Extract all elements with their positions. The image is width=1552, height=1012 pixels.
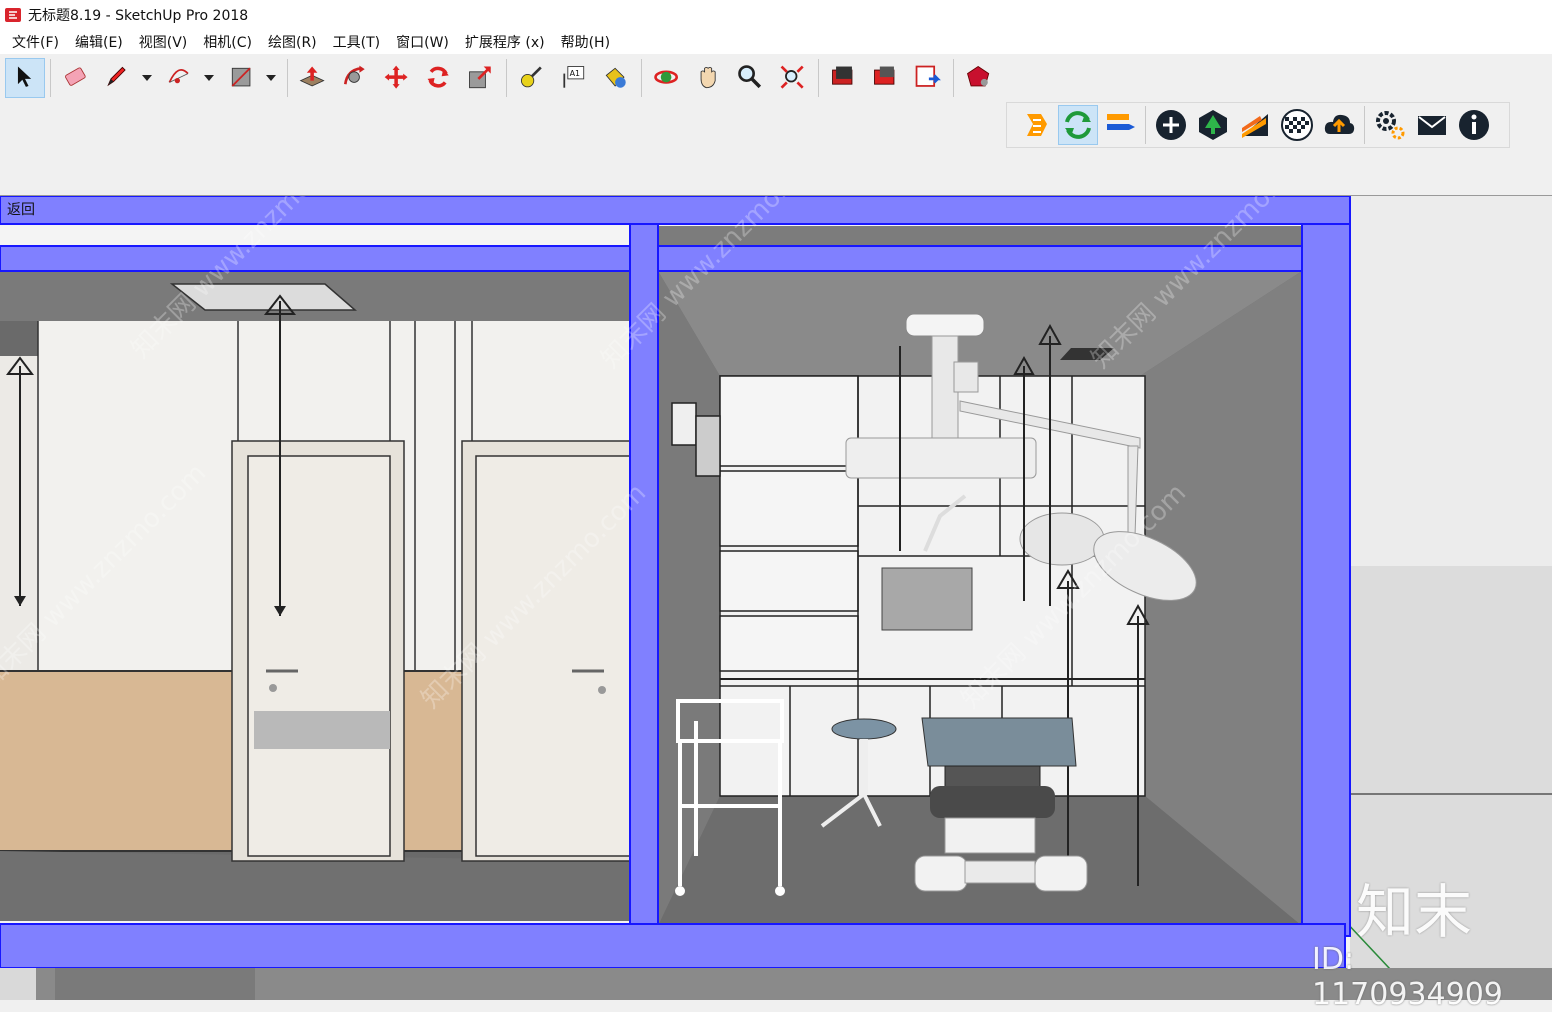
menu-item[interactable]: 帮助(H) — [553, 32, 618, 52]
scene-drawing — [0, 196, 1552, 1000]
toolbar-separator — [287, 59, 288, 97]
watermark-id: ID: 1170934909 — [1312, 942, 1503, 1012]
tape-measure-button[interactable] — [512, 58, 552, 98]
pencil-button[interactable] — [98, 58, 138, 98]
title-bar: 无标题8.19 - SketchUp Pro 2018 — [0, 0, 1552, 30]
sky-area — [1350, 196, 1552, 566]
info-icon — [1459, 110, 1489, 140]
pencil-icon — [107, 66, 126, 87]
right-room — [658, 226, 1302, 926]
menu-item[interactable]: 视图(V) — [131, 32, 196, 52]
back-label[interactable]: 返回 — [7, 199, 35, 219]
menu-item[interactable]: 文件(F) — [4, 32, 67, 52]
dropdown-arrow-icon[interactable] — [139, 58, 155, 98]
layout-button[interactable] — [908, 58, 948, 98]
toolbar-separator — [506, 59, 507, 97]
menu-bar: 文件(F) 编辑(E) 视图(V) 相机(C) 绘图(R) 工具(T) 窗口(W) 扩展程序 … — [0, 30, 1552, 54]
enscape-video-icon — [1107, 114, 1135, 130]
extension-warehouse-button[interactable] — [866, 58, 906, 98]
svg-text:A1: A1 — [570, 69, 580, 78]
menu-item[interactable]: 编辑(E) — [67, 32, 131, 52]
follow-me-button[interactable] — [335, 58, 375, 98]
move-icon — [384, 65, 408, 89]
rectangle-button[interactable] — [222, 58, 262, 98]
eraser-icon — [65, 67, 86, 86]
menu-item[interactable]: 绘图(R) — [260, 32, 325, 52]
tree-button[interactable] — [1193, 105, 1233, 145]
move-button[interactable] — [377, 58, 417, 98]
eraser-button[interactable] — [56, 58, 96, 98]
cloud-upload-button[interactable] — [1319, 105, 1359, 145]
text-icon: A1 — [563, 66, 585, 88]
rectangle-icon — [231, 67, 251, 87]
enscape-toolbar — [1006, 102, 1510, 148]
rotate-button[interactable] — [419, 58, 459, 98]
sketchup-app-icon — [5, 8, 21, 22]
layout-icon — [915, 65, 941, 87]
add-button[interactable] — [1151, 105, 1191, 145]
enscape-logo-button[interactable] — [1016, 105, 1056, 145]
window-title: 无标题8.19 - SketchUp Pro 2018 — [28, 8, 249, 24]
material-icon — [1242, 114, 1268, 138]
enscape-sync-icon — [1065, 111, 1091, 139]
ruby-icon — [967, 65, 990, 87]
enscape-logo-icon — [1027, 114, 1047, 136]
paint-bucket-button[interactable] — [596, 58, 636, 98]
menu-item[interactable]: 工具(T) — [325, 32, 388, 52]
settings-icon — [1376, 111, 1405, 140]
model-viewport[interactable]: 返回 知末网 知末网 知末网 www.znzmo.com 知末网 www.znz… — [0, 195, 1552, 1000]
zoom-extents-icon — [780, 65, 804, 89]
scale-icon — [469, 66, 491, 89]
menu-item[interactable]: 扩展程序 (x) — [457, 32, 553, 52]
orbit-icon — [654, 70, 679, 84]
info-button[interactable] — [1454, 105, 1494, 145]
rotate-icon — [427, 66, 449, 88]
pan-button[interactable] — [689, 58, 729, 98]
arc-button[interactable] — [160, 58, 200, 98]
zoom-extents-button[interactable] — [773, 58, 813, 98]
tape-measure-icon — [520, 66, 542, 88]
text-button[interactable]: A1 — [554, 58, 594, 98]
ruby-button[interactable] — [959, 58, 999, 98]
paint-bucket-icon — [605, 67, 626, 88]
warehouse-button[interactable] — [824, 58, 864, 98]
settings-button[interactable] — [1370, 105, 1410, 145]
push-pull-button[interactable] — [293, 58, 333, 98]
toolbar-separator — [1364, 106, 1365, 144]
menu-item[interactable]: 窗口(W) — [388, 32, 457, 52]
toolbar-separator — [818, 59, 819, 97]
cloud-upload-icon — [1324, 114, 1355, 134]
warehouse-icon — [832, 66, 853, 85]
select-button[interactable] — [5, 58, 45, 98]
zoom-icon — [738, 65, 762, 89]
dropdown-arrow-icon[interactable] — [201, 58, 217, 98]
tree-icon — [1199, 110, 1227, 140]
pan-icon — [700, 66, 716, 89]
mail-button[interactable] — [1412, 105, 1452, 145]
watermark-logo: 知末 — [1356, 878, 1473, 946]
toolbar-separator — [953, 59, 954, 97]
material-button[interactable] — [1235, 105, 1275, 145]
follow-me-icon — [343, 65, 365, 85]
toolbar-separator — [641, 59, 642, 97]
main-toolbar: A1 — [4, 55, 1000, 101]
add-icon — [1156, 110, 1186, 140]
menu-item[interactable]: 相机(C) — [195, 32, 260, 52]
orbit-button[interactable] — [647, 58, 687, 98]
toolbar-separator — [1145, 106, 1146, 144]
dropdown-arrow-icon[interactable] — [263, 58, 279, 98]
checker-icon — [1281, 109, 1313, 141]
push-pull-icon — [299, 66, 325, 87]
select-icon — [17, 66, 32, 87]
extension-warehouse-icon — [874, 66, 895, 85]
scale-button[interactable] — [461, 58, 501, 98]
enscape-sync-button[interactable] — [1058, 105, 1098, 145]
enscape-video-button[interactable] — [1100, 105, 1140, 145]
toolbar-separator — [50, 59, 51, 97]
mail-icon — [1418, 116, 1446, 135]
zoom-button[interactable] — [731, 58, 771, 98]
arc-icon — [168, 68, 189, 84]
checker-button[interactable] — [1277, 105, 1317, 145]
